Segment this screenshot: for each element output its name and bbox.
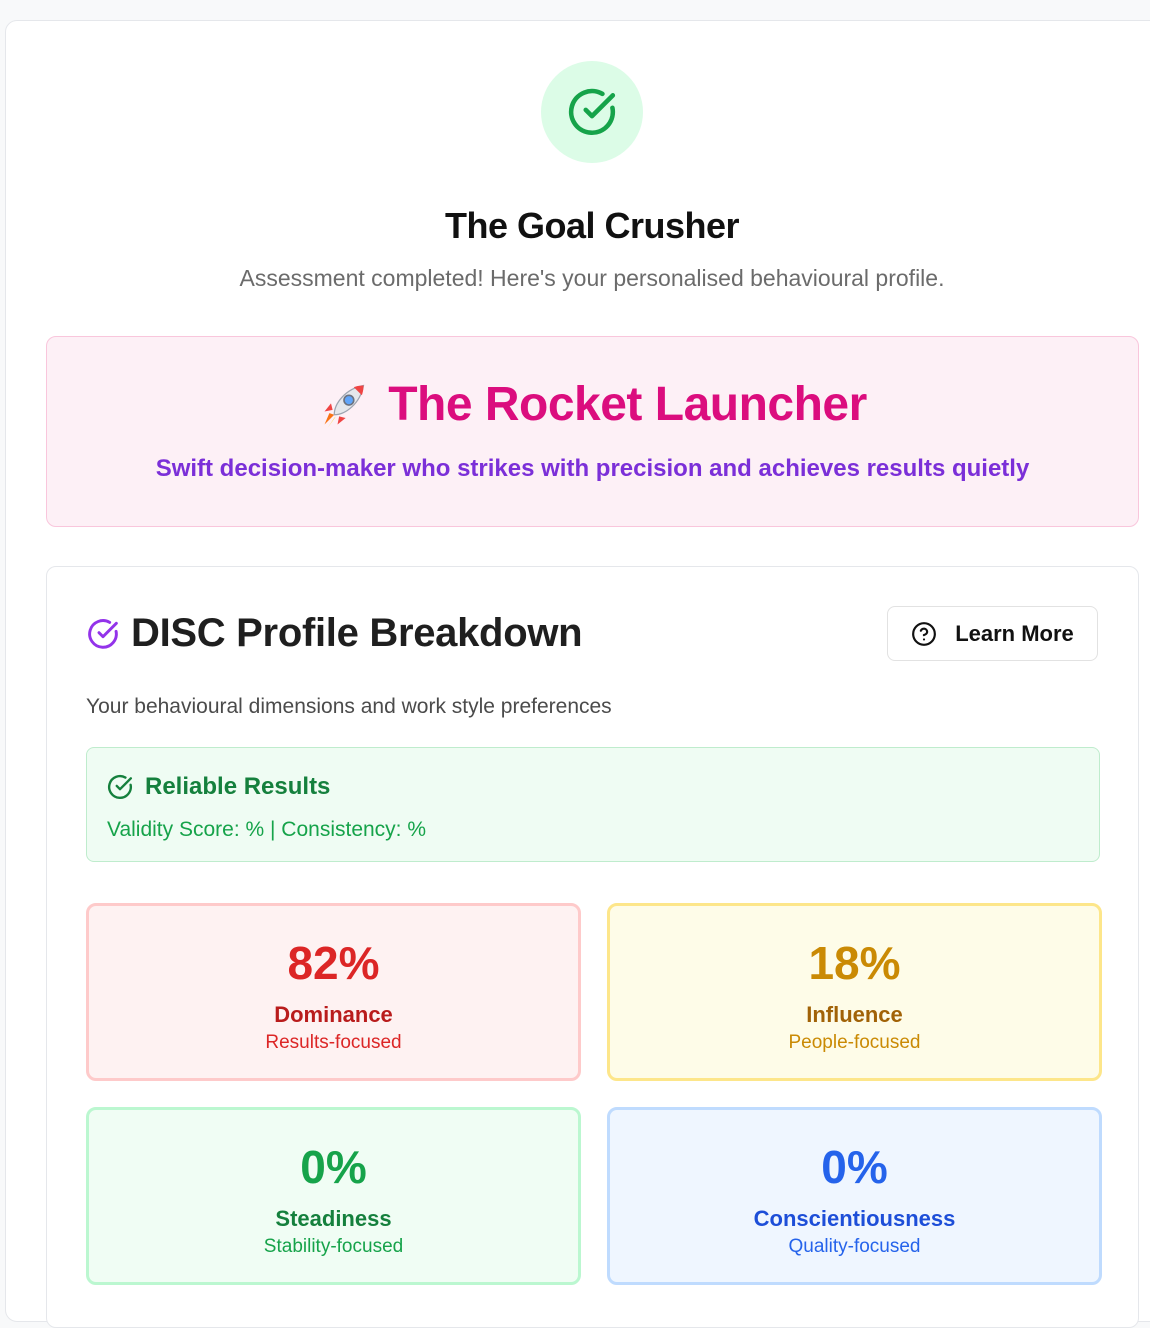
results-page: The Goal Crusher Assessment completed! H… [5,20,1150,1328]
score-name: Steadiness [275,1206,392,1231]
reliability-detail: Validity Score: % | Consistency: % [107,818,426,842]
disc-subtitle: Your behavioural dimensions and work sty… [86,695,612,718]
archetype-title-row: The Rocket Launcher [47,377,1138,432]
check-circle-icon [568,88,616,136]
disc-header: DISC Profile Breakdown [87,611,583,656]
disc-profile-card: DISC Profile Breakdown Learn More Your b… [46,566,1139,1328]
score-focus: Stability-focused [263,1236,404,1257]
score-percent: 82% [287,937,380,989]
disc-title: DISC Profile Breakdown [131,611,583,655]
archetype-title: The Rocket Launcher [388,378,867,431]
check-circle-icon [88,618,118,649]
score-name: Conscientiousness [753,1206,956,1231]
archetype-description: Swift decision-maker who strikes with pr… [155,455,1030,482]
reliability-title: Reliable Results [145,773,331,800]
validity-score: Validity Score: % [107,818,265,841]
score-card-steadiness: 0% Steadiness Stability-focused [86,1107,581,1285]
score-percent: 18% [808,937,901,989]
score-percent: 0% [821,1141,888,1193]
score-card-dominance: 82% Dominance Results-focused [86,903,581,1081]
check-circle-icon [108,774,133,799]
result-subtitle: Assessment completed! Here's your person… [239,265,945,291]
score-card-conscientiousness: 0% Conscientiousness Quality-focused [607,1107,1102,1285]
success-badge [541,61,643,163]
help-circle-icon [912,621,937,646]
score-focus: People-focused [788,1032,921,1053]
learn-more-button[interactable]: Learn More [887,606,1098,661]
consistency-score: Consistency: % [281,818,427,841]
learn-more-label: Learn More [955,620,1074,646]
score-focus: Quality-focused [788,1236,921,1257]
reliability-panel: Reliable Results Validity Score: % | Con… [86,747,1100,862]
reliability-separator: | [264,818,282,841]
rocket-icon [324,384,365,428]
archetype-card: The Rocket Launcher Swift decision-maker… [46,336,1139,527]
score-name: Influence [806,1002,903,1027]
score-card-influence: 18% Influence People-focused [607,903,1102,1081]
score-focus: Results-focused [265,1032,402,1053]
score-percent: 0% [300,1141,367,1193]
reliability-header: Reliable Results [107,773,330,801]
score-name: Dominance [274,1002,393,1027]
result-title: The Goal Crusher [444,205,740,246]
